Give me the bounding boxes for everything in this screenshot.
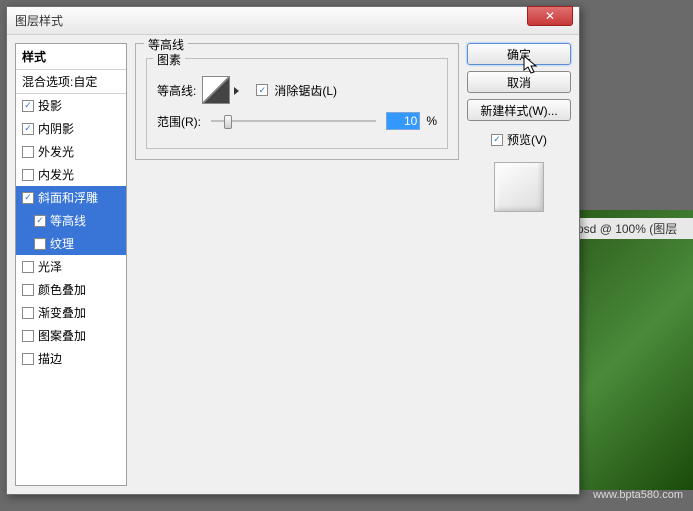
- style-label: 光泽: [38, 258, 62, 275]
- style-item-5[interactable]: 等高线: [16, 209, 126, 232]
- antialias-label: 消除锯齿(L): [274, 82, 337, 99]
- elements-legend: 图素: [153, 51, 185, 68]
- styles-header[interactable]: 样式: [16, 44, 126, 70]
- style-item-3[interactable]: 内发光: [16, 163, 126, 186]
- style-item-11[interactable]: 描边: [16, 347, 126, 370]
- style-label: 图案叠加: [38, 327, 86, 344]
- document-title: e.psd @ 100% (图层: [563, 218, 693, 239]
- preview-label: 预览(V): [507, 131, 547, 148]
- style-checkbox[interactable]: [22, 169, 34, 181]
- style-item-4[interactable]: 斜面和浮雕: [16, 186, 126, 209]
- contour-picker[interactable]: [202, 76, 230, 104]
- style-checkbox[interactable]: [22, 146, 34, 158]
- style-label: 投影: [38, 97, 62, 114]
- blending-options[interactable]: 混合选项:自定: [16, 70, 126, 94]
- style-checkbox[interactable]: [22, 100, 34, 112]
- antialias-checkbox[interactable]: [256, 84, 268, 96]
- settings-panel: 等高线 图素 等高线: 消除锯齿(L) 范围(R):: [135, 43, 459, 486]
- style-item-7[interactable]: 光泽: [16, 255, 126, 278]
- range-input[interactable]: [386, 112, 420, 130]
- cancel-button[interactable]: 取消: [467, 71, 571, 93]
- dialog-buttons: 确定 取消 新建样式(W)... 预览(V): [467, 43, 571, 486]
- style-label: 斜面和浮雕: [38, 189, 98, 206]
- style-checkbox[interactable]: [22, 307, 34, 319]
- titlebar[interactable]: 图层样式 ✕: [7, 7, 579, 35]
- styles-list: 样式 混合选项:自定 投影内阴影外发光内发光斜面和浮雕等高线纹理光泽颜色叠加渐变…: [15, 43, 127, 486]
- style-checkbox[interactable]: [22, 192, 34, 204]
- style-item-1[interactable]: 内阴影: [16, 117, 126, 140]
- style-checkbox[interactable]: [22, 284, 34, 296]
- preview-checkbox[interactable]: [491, 134, 503, 146]
- range-slider-thumb[interactable]: [224, 115, 232, 129]
- style-item-9[interactable]: 渐变叠加: [16, 301, 126, 324]
- style-checkbox[interactable]: [22, 353, 34, 365]
- elements-group: 图素 等高线: 消除锯齿(L) 范围(R): %: [146, 58, 448, 149]
- style-label: 纹理: [50, 235, 74, 252]
- preview-swatch: [494, 162, 544, 212]
- new-style-button[interactable]: 新建样式(W)...: [467, 99, 571, 121]
- style-label: 颜色叠加: [38, 281, 86, 298]
- range-slider[interactable]: [211, 120, 376, 122]
- style-item-0[interactable]: 投影: [16, 94, 126, 117]
- range-unit: %: [426, 114, 437, 128]
- style-item-2[interactable]: 外发光: [16, 140, 126, 163]
- range-label: 范围(R):: [157, 113, 201, 130]
- style-checkbox[interactable]: [34, 215, 46, 227]
- style-label: 渐变叠加: [38, 304, 86, 321]
- style-checkbox[interactable]: [22, 261, 34, 273]
- ok-button[interactable]: 确定: [467, 43, 571, 65]
- style-label: 内阴影: [38, 120, 74, 137]
- style-checkbox[interactable]: [34, 238, 46, 250]
- style-item-6[interactable]: 纹理: [16, 232, 126, 255]
- close-button[interactable]: ✕: [527, 6, 573, 26]
- style-checkbox[interactable]: [22, 330, 34, 342]
- style-label: 等高线: [50, 212, 86, 229]
- close-icon: ✕: [545, 9, 555, 23]
- style-label: 外发光: [38, 143, 74, 160]
- watermark: www.bpta580.com: [593, 489, 683, 501]
- contour-label: 等高线:: [157, 82, 196, 99]
- style-checkbox[interactable]: [22, 123, 34, 135]
- dialog-title: 图层样式: [15, 12, 63, 29]
- style-label: 描边: [38, 350, 62, 367]
- style-item-10[interactable]: 图案叠加: [16, 324, 126, 347]
- style-item-8[interactable]: 颜色叠加: [16, 278, 126, 301]
- layer-style-dialog: 图层样式 ✕ 样式 混合选项:自定 投影内阴影外发光内发光斜面和浮雕等高线纹理光…: [6, 6, 580, 495]
- contour-group: 等高线 图素 等高线: 消除锯齿(L) 范围(R):: [135, 43, 459, 160]
- background-image: [563, 210, 693, 490]
- style-label: 内发光: [38, 166, 74, 183]
